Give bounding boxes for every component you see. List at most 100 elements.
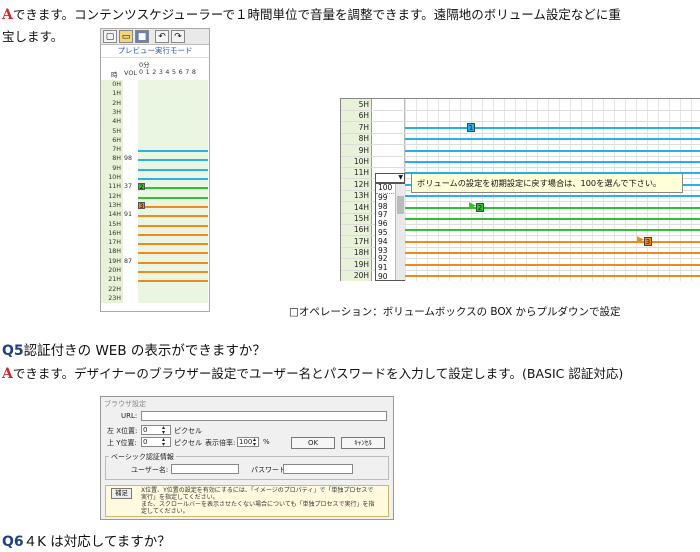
save-icon[interactable]: ■ xyxy=(135,30,149,43)
note-text: X位置、Y位置の設定を有効にするには、「イメージのプロパティ」で「単独プロセスで… xyxy=(141,487,387,515)
schedule-row[interactable]: 12H xyxy=(101,192,209,201)
volume-value: 98 xyxy=(124,155,133,163)
row-separator xyxy=(341,109,700,111)
intro-line-1: できます。コンテンツスケジューラーで１時間単位で音量を調整できます。遠隔地のボリ… xyxy=(12,7,621,22)
top-pos-label: 上 Y位置: xyxy=(107,439,137,447)
answer-marker: A xyxy=(2,366,13,382)
hour-label: 10H xyxy=(108,174,121,181)
hour-label: 23H xyxy=(108,294,121,302)
top-pos-input[interactable]: 0 xyxy=(141,437,171,447)
hour-label: 2H xyxy=(112,99,121,107)
undo-icon[interactable]: ↶ xyxy=(155,30,169,43)
schedule-row[interactable]: 8H 98 xyxy=(101,154,209,163)
schedule-row[interactable]: 14H 91 xyxy=(101,210,209,219)
password-input[interactable] xyxy=(283,464,353,474)
note-line-2: 実行」を指定してください。 xyxy=(141,494,219,501)
schedule-row[interactable]: 11H 37 2 xyxy=(101,182,209,191)
q6-text: ４K は対応してますか？ xyxy=(23,534,171,550)
hour-label: 11H xyxy=(108,183,121,191)
hour-label: 15H xyxy=(353,214,369,223)
schedule-row[interactable]: 3H xyxy=(101,108,209,117)
volume-schedule-line xyxy=(138,196,208,199)
volume-schedule-line xyxy=(138,233,208,236)
q6-question: Q6４K は対応してますか？ xyxy=(2,530,171,550)
schedule-row[interactable]: 0H xyxy=(101,80,209,89)
schedule-row[interactable]: 21H xyxy=(101,275,209,284)
new-icon[interactable]: ▢ xyxy=(103,30,117,43)
volume-schedule-line xyxy=(405,252,700,255)
minute-label: 0分 xyxy=(139,61,150,69)
schedule-row[interactable]: 13H 3 xyxy=(101,201,209,210)
hour-label: 6H xyxy=(112,136,121,144)
ok-button[interactable]: OK xyxy=(291,437,335,449)
left-pos-spinner[interactable]: ▴ ▾ xyxy=(162,425,165,436)
schedule-row[interactable]: 5H xyxy=(101,127,209,136)
schedule-row[interactable]: 18H xyxy=(101,247,209,256)
row-separator xyxy=(341,132,700,134)
q5-text: 認証付きの WEB の表示ができますか？ xyxy=(23,343,266,359)
q5-answer: Aできます。デザイナーのブラウザー設定でユーザー名とパスワードを入力して設定しま… xyxy=(2,363,623,385)
left-pos-input[interactable]: 0 xyxy=(141,425,171,435)
schedule-marker[interactable]: 2 xyxy=(476,202,484,212)
volume-schedule-line xyxy=(138,224,208,227)
hour-label: 7H xyxy=(358,122,369,132)
schedule-row[interactable]: 2H xyxy=(101,99,209,108)
username-label: ユーザー名: xyxy=(131,466,169,474)
schedule-row[interactable]: 15H xyxy=(101,220,209,229)
top-pos-spinner[interactable]: ▴ ▾ xyxy=(162,437,165,448)
hour-label: 12H xyxy=(353,179,369,189)
scheduler-screenshot-small: ▢ ▭ ■ ↶ ↷ プレビュー実行モード 0分 時 VOL 012345678 … xyxy=(100,28,210,312)
schedule-row[interactable]: 4H xyxy=(101,117,209,126)
url-label: URL: xyxy=(121,412,138,420)
schedule-row[interactable]: 19H 87 xyxy=(101,257,209,266)
volume-tooltip: ボリュームの設定を初期設定に戻す場合は、100を選んで下さい。 xyxy=(411,173,683,193)
schedule-row[interactable]: 6H xyxy=(101,136,209,145)
intro-line-2: 宝します。 xyxy=(2,29,64,44)
schedule-marker[interactable]: 1 xyxy=(467,122,475,132)
left-pos-label: 左 X位置: xyxy=(107,427,138,435)
schedule-row[interactable]: 7H xyxy=(101,145,209,154)
username-input[interactable] xyxy=(171,464,239,474)
schedule-marker[interactable]: 3 xyxy=(644,236,652,246)
volume-schedule-line xyxy=(405,218,700,220)
note-tag: 補足 xyxy=(111,488,132,499)
note-line-3: また、スクロールバーを表示させたくない場合についても「単独プロセスで実行」を指 xyxy=(141,501,375,508)
hour-label: 17H xyxy=(353,236,369,246)
hour-label: 11H xyxy=(353,168,369,178)
hour-label: 9H xyxy=(112,164,121,172)
schedule-row[interactable]: 20H xyxy=(101,266,209,275)
volume-schedule-line xyxy=(138,187,208,190)
col-vol-label: VOL xyxy=(124,69,138,77)
schedule-marker[interactable]: 2 xyxy=(138,183,145,191)
volume-schedule-line xyxy=(138,150,208,153)
volume-schedule-line xyxy=(405,149,700,152)
row-separator xyxy=(341,144,700,146)
zoom-spinner[interactable]: ▴ ▾ xyxy=(253,437,256,448)
volume-dropdown[interactable]: ▼ xyxy=(375,173,405,183)
schedule-row[interactable]: 1H xyxy=(101,89,209,98)
schedule-row[interactable]: 16H xyxy=(101,229,209,238)
hour-label: 17H xyxy=(108,239,121,247)
schedule-row[interactable]: 9H xyxy=(101,164,209,173)
col-hour-label: 時 xyxy=(111,71,118,79)
hour-label: 1H xyxy=(112,90,121,98)
url-input[interactable] xyxy=(141,411,387,421)
volume-schedule-line xyxy=(138,205,208,208)
schedule-row[interactable]: 22H xyxy=(101,285,209,294)
redo-icon[interactable]: ↷ xyxy=(171,30,185,43)
scheduler-screenshot-large: 5H 6H 7H 1 8H 9H 10H 11H 12H 13H 14H ▶ 2 15H 16H 17H ▶ 3 1… xyxy=(340,98,700,281)
open-icon[interactable]: ▭ xyxy=(119,30,133,43)
row-separator xyxy=(341,166,700,168)
hour-label: 3H xyxy=(112,108,121,116)
dropdown-scrollbar[interactable] xyxy=(395,184,405,280)
scrollbar-thumb[interactable] xyxy=(397,196,404,214)
schedule-row[interactable]: 10H xyxy=(101,173,209,182)
hour-label: 16H xyxy=(108,229,121,237)
schedule-marker[interactable]: 3 xyxy=(138,201,145,210)
hour-label: 5H xyxy=(358,100,369,109)
cancel-button[interactable]: ｷｬﾝｾﾙ xyxy=(341,437,385,449)
arrow-head-icon: ▶ xyxy=(469,200,476,211)
schedule-row[interactable]: 23H xyxy=(101,294,209,303)
schedule-row[interactable]: 17H xyxy=(101,238,209,247)
volume-schedule-line xyxy=(405,195,700,198)
